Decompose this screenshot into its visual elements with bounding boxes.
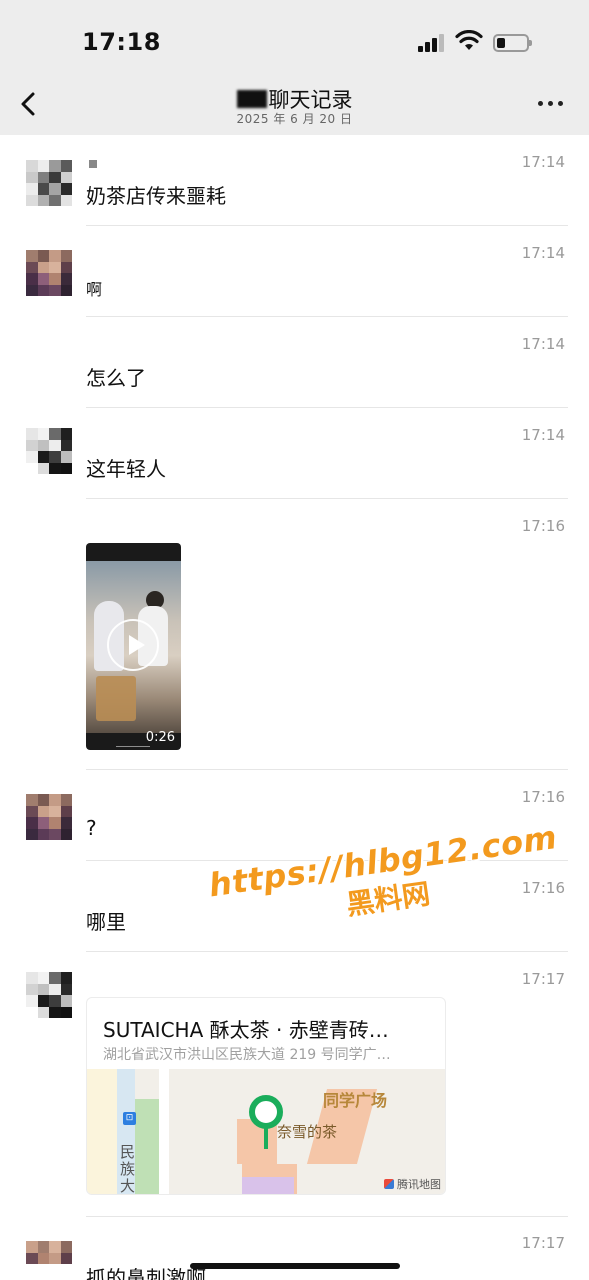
redacted-name [236,90,267,108]
top-bar: 17:18 聊天记录 2025 年 6 月 20 日 [0,0,589,135]
message-time: 17:16 [521,517,565,535]
message-time: 17:14 [521,335,565,353]
battery-icon [493,34,532,52]
message-time: 17:14 [521,153,565,171]
avatar[interactable] [26,1241,72,1280]
message-item: 17:17 抓的鼻刺激啊 [0,1216,589,1280]
video-duration: 0:26 [145,730,175,745]
message-text[interactable]: ? [86,816,97,840]
message-text[interactable]: 这年轻人 [86,453,166,482]
message-time: 17:17 [521,1234,565,1252]
avatar[interactable] [26,972,72,1018]
cellular-signal-icon [418,34,448,52]
message-text[interactable]: 抓的鼻刺激啊 [86,1262,206,1280]
message-item: 17:14 啊 [0,226,589,317]
wifi-icon [455,30,483,50]
bus-stop-icon: ⊡ [123,1112,136,1125]
redacted-sender-name [89,160,97,168]
message-text[interactable]: 啊 [86,276,102,300]
map-street-label: 民族大 [120,1143,136,1195]
home-indicator[interactable] [190,1263,400,1269]
tencent-map-logo-icon [384,1179,394,1189]
location-card[interactable]: SUTAICHA 酥太茶 · 赤壁青砖… 湖北省武汉市洪山区民族大道 219 号… [86,997,446,1195]
message-text[interactable]: 哪里 [86,906,126,935]
video-message[interactable]: 0:26 [86,543,181,750]
video-progress [116,746,150,747]
avatar[interactable] [26,794,72,840]
map-provider: 腾讯地图 [384,1176,441,1192]
location-pin-icon [249,1095,283,1129]
message-text[interactable]: 奶茶店传来噩耗 [86,180,226,209]
message-item: 17:14 这年轻人 [0,408,589,499]
play-icon[interactable] [107,619,159,671]
message-time: 17:16 [521,788,565,806]
message-time: 17:14 [521,426,565,444]
message-text[interactable]: 怎么了 [86,362,146,391]
status-time: 17:18 [82,28,161,56]
avatar[interactable] [26,250,72,296]
more-options-icon[interactable] [538,101,566,107]
message-item: 17:14 奶茶店传来噩耗 [0,135,589,226]
map-pin-stem [264,1127,268,1149]
message-time: 17:14 [521,244,565,262]
map-shop-label: 奈雪的茶 [277,1123,338,1141]
message-time: 17:17 [521,970,565,988]
avatar[interactable] [26,428,72,474]
page-subtitle-date: 2025 年 6 月 20 日 [236,112,353,126]
avatar[interactable] [26,160,72,206]
location-address: 湖北省武汉市洪山区民族大道 219 号同学广… [103,1047,391,1063]
message-item: 17:14 怎么了 [0,317,589,408]
location-name: SUTAICHA 酥太茶 · 赤壁青砖… [103,1018,389,1042]
location-map[interactable]: ⊡ 民族大 同学广场 奈雪的茶 腾讯地图 [87,1069,445,1195]
map-poi-label: 同学广场 [323,1091,388,1110]
